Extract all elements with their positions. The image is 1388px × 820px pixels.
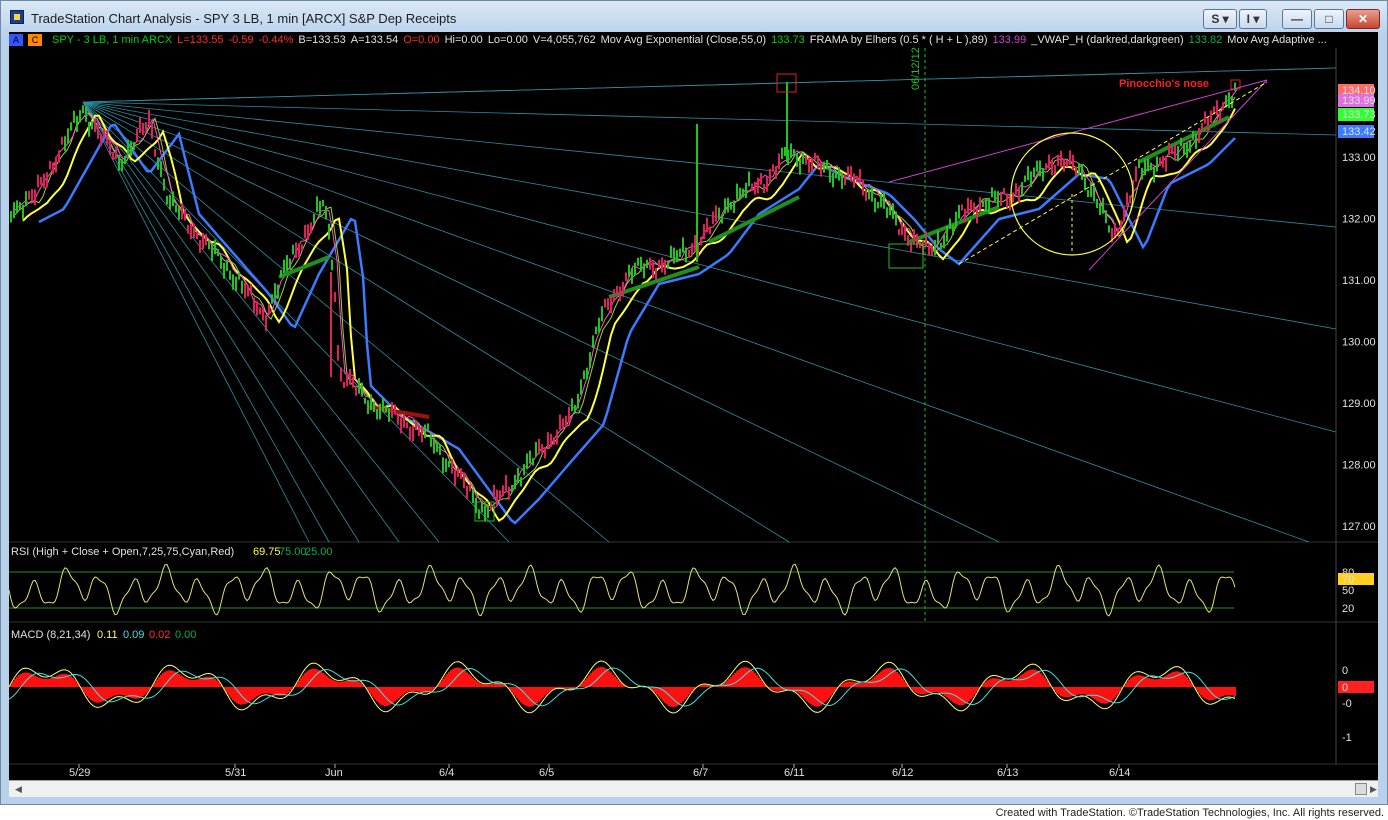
gann-fan-line: [82, 101, 790, 543]
status-item: _VWAP_H (darkred,darkgreen): [1031, 34, 1184, 46]
window-title: TradeStation Chart Analysis - SPY 3 LB, …: [31, 11, 457, 26]
price-axis-label: 128.00: [1342, 460, 1376, 472]
macd-label: MACD (8,21,34): [11, 629, 90, 641]
x-axis-label: 6/4: [439, 767, 454, 779]
price-tag: 133.42: [1342, 126, 1376, 138]
vwap-segment: [908, 205, 1000, 244]
blue-moving-average-line: [38, 123, 1236, 525]
macd-value: 0.00: [175, 629, 196, 641]
x-axis-label: Jun: [325, 767, 343, 779]
footer-credit: Created with TradeStation. ©TradeStation…: [995, 807, 1384, 819]
price-axis-label: 133.00: [1342, 152, 1376, 164]
macd-tag: 0: [1342, 682, 1348, 694]
macd-axis-label: -1: [1342, 732, 1352, 744]
rsi-value: 69.75: [253, 546, 281, 558]
status-item: FRAMA by Elhers (0.5 * ( H + L ),89): [809, 34, 988, 46]
price-tag: 133.73: [1342, 109, 1376, 121]
price-axis-label: 130.00: [1342, 337, 1376, 349]
status-item: A=133.54: [350, 34, 399, 46]
chart-area[interactable]: 06/12/12 Pinocchio's nose RSI (High + Clo…: [9, 32, 1378, 780]
title-bar[interactable]: TradeStation Chart Analysis - SPY 3 LB, …: [1, 1, 1387, 33]
status-item: V=4,055,762: [532, 34, 596, 46]
rsi-axis-label: 50: [1342, 585, 1354, 597]
lower-trendline: [1088, 79, 1268, 271]
symbol-status-line: A C SPY - 3 LB, 1 min ARCX L=133.55 -0.59 -0.…: [9, 32, 1339, 48]
x-axis-label: 5/29: [69, 767, 90, 779]
x-axis-label: 6/12: [892, 767, 913, 779]
i-menu-button[interactable]: I ▾: [1239, 9, 1267, 29]
macd-axis-label: -0: [1342, 698, 1352, 710]
rsi-value: 25.00: [305, 546, 333, 558]
price-axis-label: 131.00: [1342, 275, 1376, 287]
status-item: SPY - 3 LB, 1 min ARCX: [52, 34, 173, 46]
x-axis-label: 5/31: [225, 767, 246, 779]
status-item: -0.44%: [258, 34, 294, 46]
tradestation-app-icon: [10, 10, 24, 24]
gann-fan-line: [82, 101, 310, 543]
gann-fan-line: [82, 101, 440, 543]
macd-value: 0.02: [149, 629, 170, 641]
maximize-button[interactable]: □: [1314, 9, 1344, 29]
s-menu-button[interactable]: S ▾: [1203, 9, 1237, 29]
status-item: -0.59: [228, 34, 254, 46]
status-item: L=133.55: [177, 34, 224, 46]
status-item: 133.73: [771, 34, 805, 46]
date-marker-label: 06/12/12: [910, 47, 922, 90]
scroll-thumb[interactable]: [1355, 783, 1367, 795]
price-tag: 133.99: [1342, 95, 1376, 107]
status-item: 133.99: [992, 34, 1027, 46]
status-item: 133.82: [1188, 34, 1223, 46]
macd-axis-label: 0: [1342, 665, 1348, 677]
status-item: Mov Avg Adaptive ...: [1227, 34, 1327, 46]
rsi-value: 75.00: [279, 546, 307, 558]
macd-value: 0.11: [97, 629, 118, 641]
close-button[interactable]: ✕: [1346, 9, 1380, 29]
status-item: Hi=0.00: [444, 34, 483, 46]
macd-value: 0.09: [123, 629, 144, 641]
x-axis-label: 6/5: [539, 767, 554, 779]
scroll-left-arrow-icon[interactable]: ◀: [12, 783, 25, 795]
yellow-moving-average-line: [22, 108, 1236, 522]
rsi-axis-label: 20: [1342, 603, 1354, 615]
price-axis-label: 132.00: [1342, 214, 1376, 226]
magenta-frama-line: [12, 89, 1238, 512]
gann-fan-line: [82, 101, 1000, 543]
status-item: Mov Avg Exponential (Close,55,0): [600, 34, 767, 46]
header-box-1[interactable]: C: [28, 34, 42, 47]
minimize-button[interactable]: —: [1282, 9, 1312, 29]
x-axis-label: 6/13: [997, 767, 1018, 779]
rsi-label: RSI (High + Close + Open,7,25,75,Cyan,Re…: [11, 546, 234, 558]
x-axis-label: 6/7: [693, 767, 708, 779]
x-axis-label: 6/14: [1109, 767, 1130, 779]
pinocchio-annotation: Pinocchio's nose: [1119, 78, 1209, 90]
price-axis-label: 129.00: [1342, 398, 1376, 410]
x-axis-label: 6/11: [784, 767, 805, 779]
horizontal-scrollbar[interactable]: ◀ ▶: [9, 780, 1378, 797]
scroll-right-arrow-icon[interactable]: ▶: [1367, 783, 1380, 795]
price-axis-label: 127.00: [1342, 521, 1376, 533]
green-thin-average-line: [14, 96, 1236, 507]
status-item: O=0.00: [403, 34, 440, 46]
price-chart-svg[interactable]: 06/12/12 Pinocchio's nose RSI (High + Clo…: [9, 32, 1378, 780]
rsi-tag: 70: [1342, 574, 1354, 586]
gann-fan-line: [82, 101, 1337, 136]
status-item: B=133.53: [298, 34, 346, 46]
header-box-0[interactable]: A: [9, 34, 23, 47]
status-item: Lo=0.00: [487, 34, 528, 46]
gann-fan-line: [82, 101, 400, 543]
